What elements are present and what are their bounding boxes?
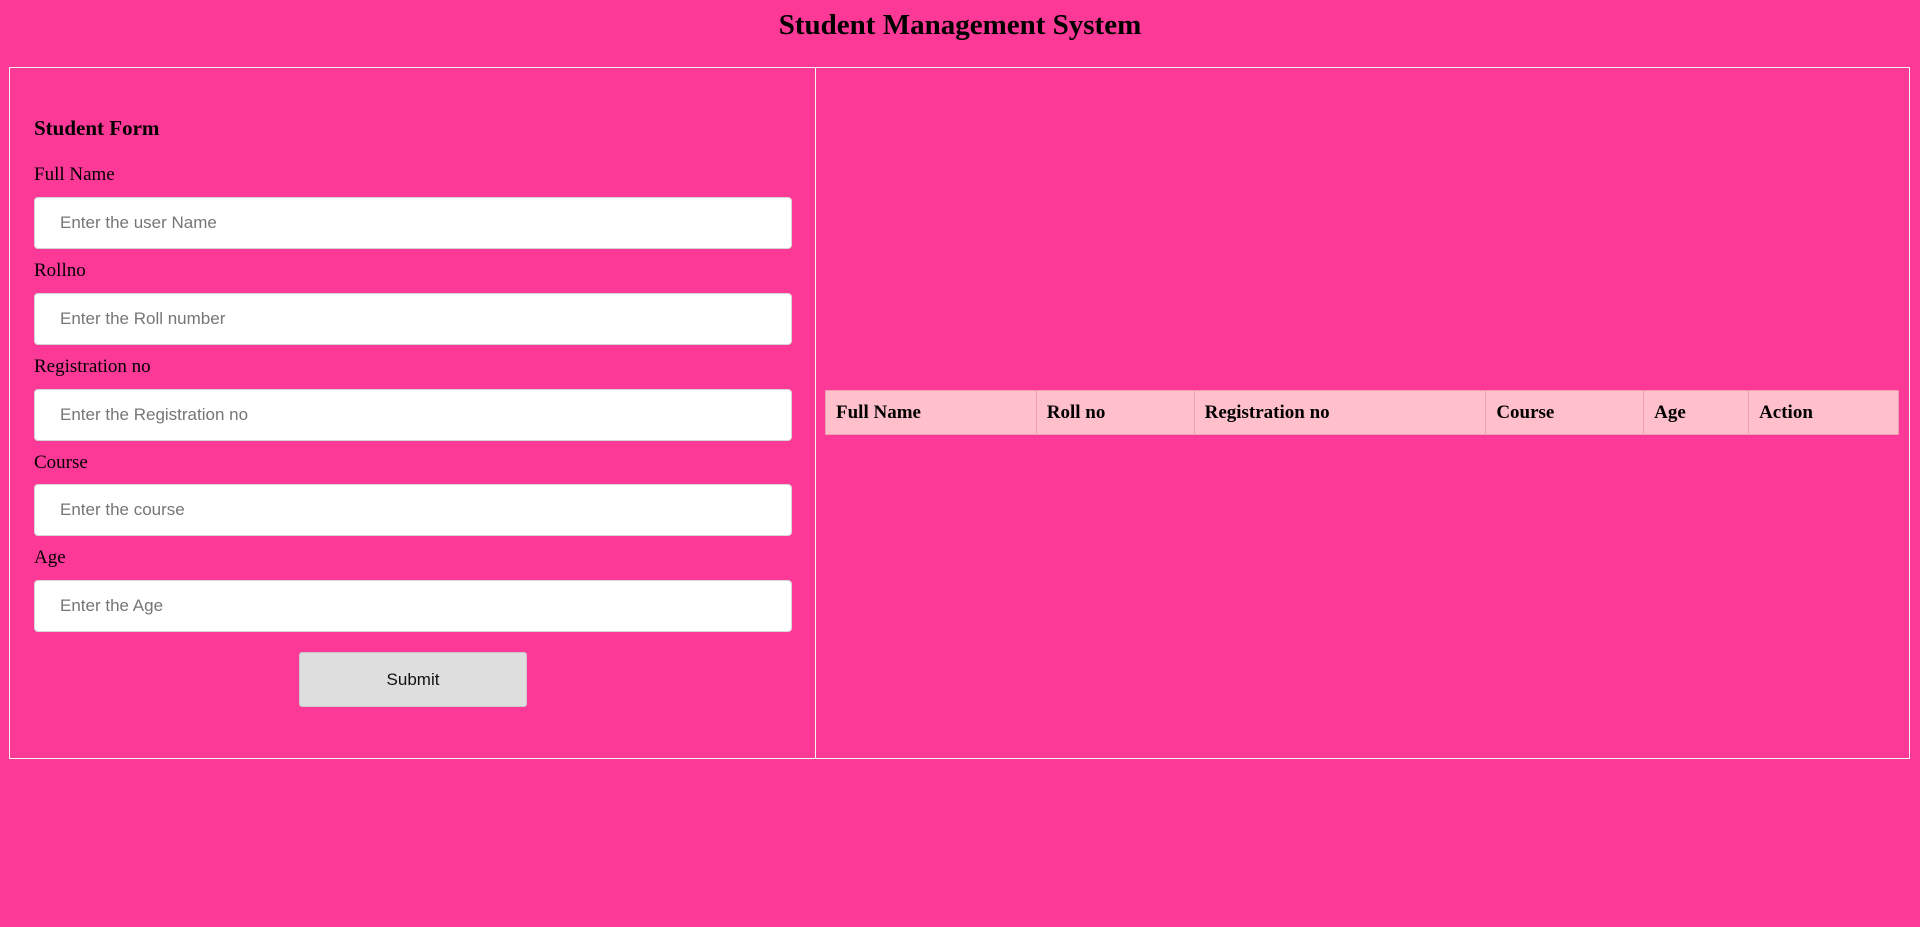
column-header-course: Course xyxy=(1485,390,1645,435)
age-label: Age xyxy=(34,547,66,568)
full-name-input[interactable] xyxy=(34,197,792,249)
registration-no-label: Registration no xyxy=(34,356,151,377)
full-name-label: Full Name xyxy=(34,164,115,185)
form-heading: Student Form xyxy=(34,116,160,140)
column-header-action: Action xyxy=(1748,390,1899,435)
column-header-full-name: Full Name xyxy=(825,390,1037,435)
table-header-row: Full Name Roll no Registration no Course… xyxy=(825,390,1899,435)
registration-no-input[interactable] xyxy=(34,389,792,441)
column-header-registration-no: Registration no xyxy=(1193,390,1487,435)
main-layout: Student Form Full Name Rollno Registrati… xyxy=(9,67,1910,759)
page-title: Student Management System xyxy=(778,9,1142,41)
column-header-roll-no: Roll no xyxy=(1035,390,1195,435)
rollno-label: Rollno xyxy=(34,260,86,281)
student-table: Full Name Roll no Registration no Course… xyxy=(825,390,1899,435)
course-label: Course xyxy=(34,452,88,473)
course-input[interactable] xyxy=(34,484,792,536)
age-input[interactable] xyxy=(34,580,792,632)
column-header-age: Age xyxy=(1643,390,1750,435)
submit-button[interactable]: Submit xyxy=(299,652,527,707)
student-table-panel: Full Name Roll no Registration no Course… xyxy=(816,68,1909,758)
student-form-panel: Student Form Full Name Rollno Registrati… xyxy=(10,68,816,758)
rollno-input[interactable] xyxy=(34,293,792,345)
